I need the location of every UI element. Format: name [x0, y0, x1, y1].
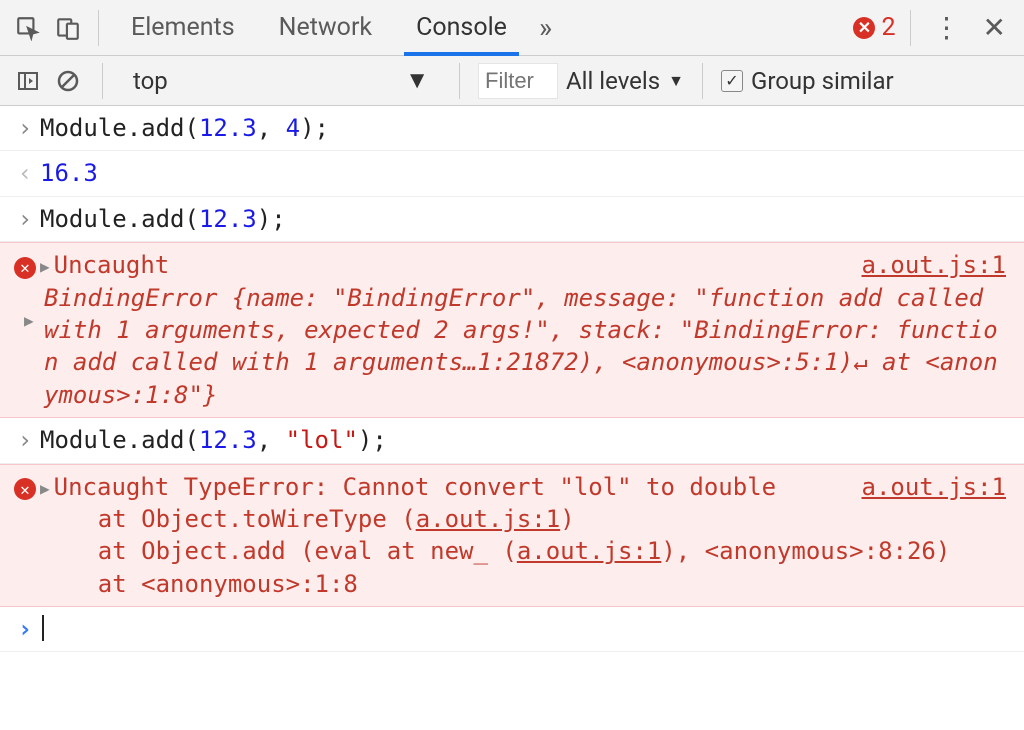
- inspect-icon[interactable]: [8, 8, 48, 48]
- filter-input[interactable]: [478, 63, 558, 99]
- code-segment: 16.3: [40, 159, 98, 187]
- code-segment: 12.3: [199, 114, 257, 142]
- error-badge[interactable]: ✕ 2: [853, 13, 895, 42]
- console-subbar: top ▼ All levels ▼ ✓ Group similar: [0, 56, 1024, 106]
- console-row-error: ✕ a.out.js:1 ▶Uncaught TypeError: Cannot c…: [0, 464, 1024, 608]
- device-toggle-icon[interactable]: [48, 8, 88, 48]
- divider: [702, 63, 703, 99]
- divider: [910, 10, 911, 46]
- code-segment: }: [203, 381, 217, 409]
- source-link[interactable]: a.out.js:1: [862, 471, 1007, 503]
- row-content: a.out.js:1 ▶Uncaught TypeError: Cannot co…: [40, 471, 1014, 601]
- code-segment: 12.3: [199, 426, 257, 454]
- prompt-chevron-icon: ›: [10, 613, 40, 645]
- chevron-down-icon: ▼: [668, 71, 684, 91]
- input-chevron-icon: ›: [10, 424, 40, 456]
- code-segment: , message:: [535, 284, 694, 312]
- error-icon: ✕: [853, 17, 875, 39]
- console-row-error: ✕a.out.js:1▶Uncaught▶BindingError {name:…: [0, 242, 1024, 418]
- sidebar-toggle-icon[interactable]: [12, 61, 44, 101]
- expand-triangle-icon[interactable]: ▶: [40, 478, 50, 500]
- output-chevron-icon: ‹: [10, 157, 40, 189]
- checkbox-checked-icon[interactable]: ✓: [721, 70, 743, 92]
- console-row-input: ›Module.add(12.3);: [0, 197, 1024, 242]
- error-headline-text: Uncaught: [54, 251, 170, 279]
- divider: [459, 63, 460, 99]
- context-label: top: [133, 67, 168, 95]
- code-segment: );: [300, 114, 329, 142]
- group-similar-label: Group similar: [751, 67, 894, 95]
- code-segment: ,: [257, 114, 286, 142]
- levels-label: All levels: [566, 67, 660, 95]
- error-icon: ✕: [14, 257, 36, 279]
- row-content: Module.add(12.3, 4);: [40, 112, 1014, 144]
- more-tabs-icon[interactable]: »: [529, 11, 562, 44]
- expand-triangle-icon[interactable]: ▶: [40, 256, 50, 278]
- code-segment: );: [358, 426, 387, 454]
- code-segment: "lol": [286, 426, 358, 454]
- close-icon[interactable]: ✕: [973, 11, 1016, 44]
- console-prompt[interactable]: ›: [0, 607, 1024, 652]
- row-content: 16.3: [40, 157, 1014, 189]
- console-row-input: ›Module.add(12.3, "lol");: [0, 418, 1024, 463]
- console-body: ›Module.add(12.3, 4);‹16.3›Module.add(12…: [0, 106, 1024, 652]
- error-gutter: ✕: [10, 471, 40, 503]
- code-segment: ,: [257, 426, 286, 454]
- error-gutter: ✕: [10, 249, 40, 281]
- row-content: Module.add(12.3);: [40, 203, 1014, 235]
- error-icon: ✕: [14, 478, 36, 500]
- code-segment: 4: [286, 114, 300, 142]
- code-segment: "BindingError": [333, 284, 535, 312]
- input-chevron-icon: ›: [10, 203, 40, 235]
- error-headline-text: Uncaught TypeError: Cannot convert "lol"…: [54, 473, 776, 501]
- log-levels-select[interactable]: All levels ▼: [566, 67, 684, 95]
- code-segment: Module.add(: [40, 426, 199, 454]
- source-link[interactable]: a.out.js:1: [416, 505, 561, 533]
- console-row-output: ‹16.3: [0, 151, 1024, 196]
- prompt-input[interactable]: [40, 613, 1014, 645]
- tab-console[interactable]: Console: [394, 0, 529, 55]
- code-segment: Module.add(: [40, 114, 199, 142]
- source-link[interactable]: a.out.js:1: [517, 537, 662, 565]
- error-detail: ▶BindingError {name: "BindingError", mes…: [40, 282, 1006, 412]
- source-link[interactable]: a.out.js:1: [862, 249, 1007, 281]
- clear-console-icon[interactable]: [52, 61, 84, 101]
- code-segment: Module.add(: [40, 205, 199, 233]
- divider: [98, 10, 99, 46]
- kebab-menu-icon[interactable]: ⋮: [921, 11, 973, 44]
- code-segment: BindingError {name:: [44, 284, 333, 312]
- row-content: a.out.js:1 ▶Uncaught ▶BindingError {name: …: [40, 249, 1014, 411]
- stack-line: at Object.add (eval at new_ (a.out.js:1)…: [40, 535, 1006, 567]
- code-segment: );: [257, 205, 286, 233]
- devtools-toolbar: Elements Network Console » ✕ 2 ⋮ ✕: [0, 0, 1024, 56]
- input-chevron-icon: ›: [10, 112, 40, 144]
- error-count: 2: [881, 13, 895, 42]
- tab-elements[interactable]: Elements: [109, 0, 257, 55]
- cursor: [42, 615, 44, 641]
- chevron-down-icon: ▼: [405, 66, 429, 95]
- context-select[interactable]: top ▼: [121, 66, 441, 95]
- row-content: Module.add(12.3, "lol");: [40, 424, 1014, 456]
- code-segment: , stack:: [550, 316, 680, 344]
- console-row-input: ›Module.add(12.3, 4);: [0, 106, 1024, 151]
- divider: [102, 63, 103, 99]
- code-segment: 12.3: [199, 205, 257, 233]
- stack-line: at <anonymous>:1:8: [40, 568, 1006, 600]
- tabs: Elements Network Console »: [109, 0, 853, 55]
- tab-network[interactable]: Network: [257, 0, 394, 55]
- group-similar-toggle[interactable]: ✓ Group similar: [721, 67, 894, 95]
- stack-line: at Object.toWireType (a.out.js:1): [40, 503, 1006, 535]
- expand-triangle-icon[interactable]: ▶: [24, 310, 34, 332]
